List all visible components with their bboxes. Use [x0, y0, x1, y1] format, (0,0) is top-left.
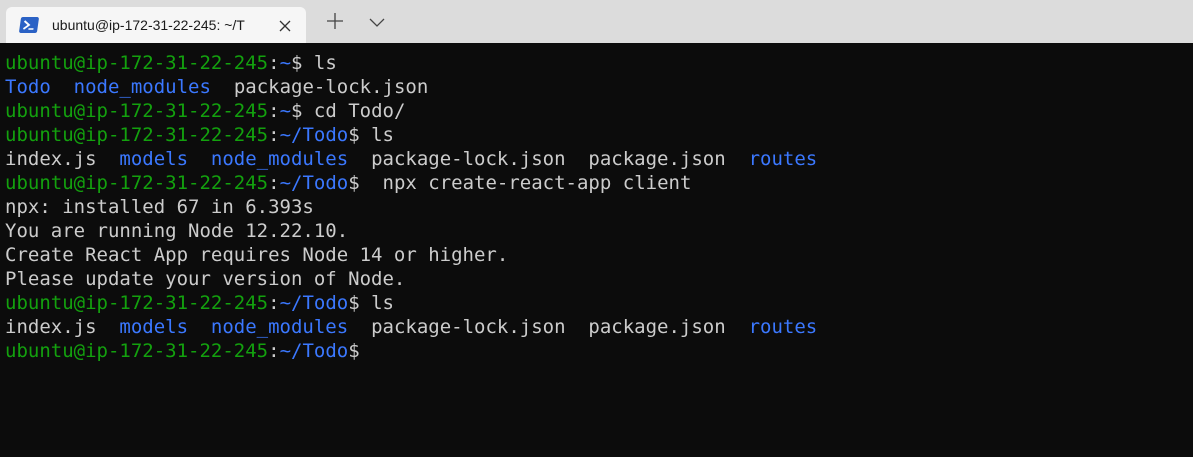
- prompt-user-host: ubuntu@ip-172-31-22-245: [5, 292, 269, 314]
- output-text: package-lock.json package.json: [348, 148, 749, 170]
- prompt-user-host: ubuntu@ip-172-31-22-245: [5, 172, 269, 194]
- command-text: cd Todo/: [302, 100, 406, 122]
- output-line: index.js models node_modules package-loc…: [5, 147, 1193, 171]
- output-text: You are running Node 12.22.10.: [5, 220, 349, 242]
- prompt-symbol: $: [348, 124, 360, 146]
- command-text: npx create-react-app client: [359, 172, 692, 194]
- close-icon[interactable]: [278, 18, 292, 32]
- terminal-tab[interactable]: ubuntu@ip-172-31-22-245: ~/T: [6, 7, 306, 43]
- prompt-line: ubuntu@ip-172-31-22-245:~/Todo$ ls: [5, 291, 1193, 315]
- prompt-path: ~: [279, 52, 292, 74]
- directory-entry: Todo: [5, 76, 51, 98]
- command-text: ls: [302, 52, 337, 74]
- powershell-icon: [18, 17, 40, 33]
- directory-entry: routes: [748, 148, 818, 170]
- directory-entry: models: [119, 316, 189, 338]
- prompt-path: ~/Todo: [279, 124, 349, 146]
- prompt-user-host: ubuntu@ip-172-31-22-245: [5, 100, 269, 122]
- prompt-line: ubuntu@ip-172-31-22-245:~/Todo$ ls: [5, 123, 1193, 147]
- output-text: package-lock.json: [210, 76, 429, 98]
- prompt-separator: :: [268, 100, 280, 122]
- output-line: You are running Node 12.22.10.: [5, 219, 1193, 243]
- directory-entry: node_modules: [210, 148, 349, 170]
- prompt-user-host: ubuntu@ip-172-31-22-245: [5, 52, 269, 74]
- prompt-separator: :: [268, 292, 280, 314]
- plus-icon[interactable]: [326, 12, 344, 30]
- output-text: npx: installed 67 in 6.393s: [5, 196, 314, 218]
- prompt-symbol: $: [291, 52, 303, 74]
- directory-entry: models: [119, 148, 189, 170]
- prompt-path: ~/Todo: [279, 172, 349, 194]
- prompt-user-host: ubuntu@ip-172-31-22-245: [5, 340, 269, 362]
- prompt-symbol: $: [348, 340, 360, 362]
- chevron-down-icon[interactable]: [368, 14, 386, 28]
- prompt-symbol: $: [348, 292, 360, 314]
- output-text: index.js: [5, 148, 120, 170]
- command-text: ls: [359, 292, 394, 314]
- output-line: Create React App requires Node 14 or hig…: [5, 243, 1193, 267]
- prompt-line: ubuntu@ip-172-31-22-245:~/Todo$ npx crea…: [5, 171, 1193, 195]
- directory-entry: node_modules: [210, 316, 349, 338]
- output-line: index.js models node_modules package-loc…: [5, 315, 1193, 339]
- prompt-symbol: $: [348, 172, 360, 194]
- output-line: Please update your version of Node.: [5, 267, 1193, 291]
- tab-title: ubuntu@ip-172-31-22-245: ~/T: [52, 17, 245, 33]
- output-text: Please update your version of Node.: [5, 268, 406, 290]
- command-text: ls: [359, 124, 394, 146]
- prompt-line: ubuntu@ip-172-31-22-245:~$ cd Todo/: [5, 99, 1193, 123]
- output-text: package-lock.json package.json: [348, 316, 749, 338]
- prompt-symbol: $: [291, 100, 303, 122]
- prompt-path: ~/Todo: [279, 292, 349, 314]
- prompt-separator: :: [268, 340, 280, 362]
- tab-bar: ubuntu@ip-172-31-22-245: ~/T: [0, 0, 1193, 43]
- prompt-separator: :: [268, 52, 280, 74]
- prompt-separator: :: [268, 172, 280, 194]
- output-line: npx: installed 67 in 6.393s: [5, 195, 1193, 219]
- prompt-path: ~: [279, 100, 292, 122]
- prompt-line: ubuntu@ip-172-31-22-245:~/Todo$: [5, 339, 1193, 363]
- terminal-output[interactable]: ubuntu@ip-172-31-22-245:~$ ls Todo node_m…: [0, 43, 1193, 363]
- directory-entry: node_modules: [73, 76, 211, 98]
- prompt-line: ubuntu@ip-172-31-22-245:~$ ls: [5, 51, 1193, 75]
- directory-entry: routes: [748, 316, 818, 338]
- prompt-separator: :: [268, 124, 280, 146]
- output-line: Todo node_modules package-lock.json: [5, 75, 1193, 99]
- prompt-path: ~/Todo: [279, 340, 349, 362]
- prompt-user-host: ubuntu@ip-172-31-22-245: [5, 124, 269, 146]
- output-text: index.js: [5, 316, 120, 338]
- output-text: Create React App requires Node 14 or hig…: [5, 244, 509, 266]
